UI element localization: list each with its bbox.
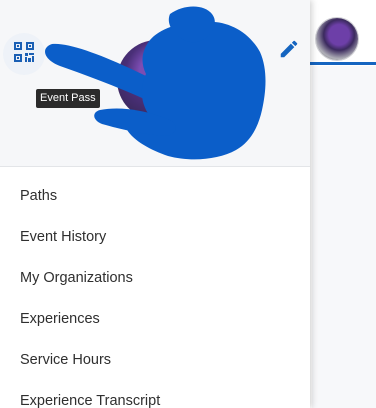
menu-item-experiences[interactable]: Experiences [0, 298, 310, 339]
profile-picture [117, 40, 197, 120]
menu-item-my-organizations[interactable]: My Organizations [0, 257, 310, 298]
menu-item-paths[interactable]: Paths [0, 175, 310, 216]
edit-profile-button[interactable] [276, 38, 302, 64]
profile-menu-list: Paths Event History My Organizations Exp… [0, 175, 310, 408]
profile-menu-panel: Event Pass Paths Event History My Organi… [0, 0, 310, 408]
event-pass-tooltip: Event Pass [36, 89, 100, 108]
event-pass-button[interactable] [3, 33, 45, 75]
menu-item-event-history[interactable]: Event History [0, 216, 310, 257]
menu-item-experience-transcript[interactable]: Experience Transcript [0, 380, 310, 408]
page: Event Pass Paths Event History My Organi… [0, 0, 376, 408]
pencil-icon [278, 38, 300, 65]
profile-header: Event Pass [0, 0, 310, 167]
top-bar-accent-line [300, 62, 376, 65]
user-avatar-button[interactable] [316, 18, 358, 60]
page-background [312, 66, 376, 408]
menu-item-service-hours[interactable]: Service Hours [0, 339, 310, 380]
qr-code-icon [12, 40, 36, 69]
